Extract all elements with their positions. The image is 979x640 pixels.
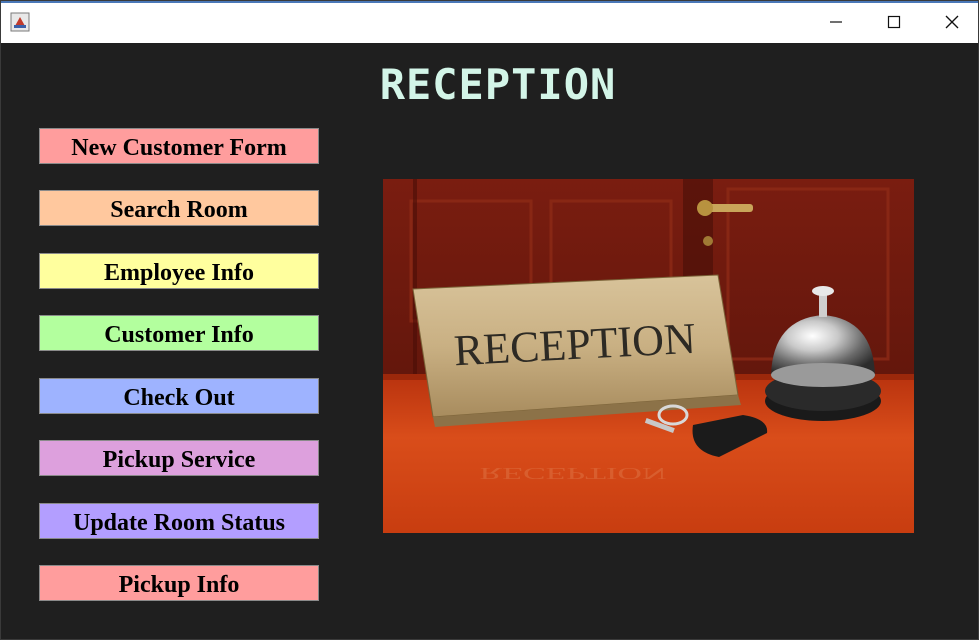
page-title: RECEPTION [379, 60, 617, 109]
search-room-button[interactable]: Search Room [39, 190, 319, 226]
minimize-icon [830, 21, 842, 23]
reception-photo: RECEPTION RECEPTION [383, 179, 914, 533]
employee-info-button[interactable]: Employee Info [39, 253, 319, 289]
app-window: RECEPTION New Customer Form Search Room … [0, 0, 979, 640]
update-room-status-button[interactable]: Update Room Status [39, 503, 319, 539]
maximize-button[interactable] [865, 3, 923, 41]
pickup-service-button[interactable]: Pickup Service [39, 440, 319, 476]
close-icon [945, 15, 959, 29]
customer-info-button[interactable]: Customer Info [39, 315, 319, 351]
pickup-info-button[interactable]: Pickup Info [39, 565, 319, 601]
title-bar [1, 1, 978, 43]
check-out-button[interactable]: Check Out [39, 378, 319, 414]
maximize-icon [887, 15, 901, 29]
minimize-button[interactable] [807, 3, 865, 41]
java-app-icon [10, 12, 30, 32]
new-customer-form-button[interactable]: New Customer Form [39, 128, 319, 164]
close-button[interactable] [923, 3, 979, 41]
reception-panel: RECEPTION New Customer Form Search Room … [1, 41, 978, 639]
svg-text:RECEPTION: RECEPTION [480, 464, 667, 483]
